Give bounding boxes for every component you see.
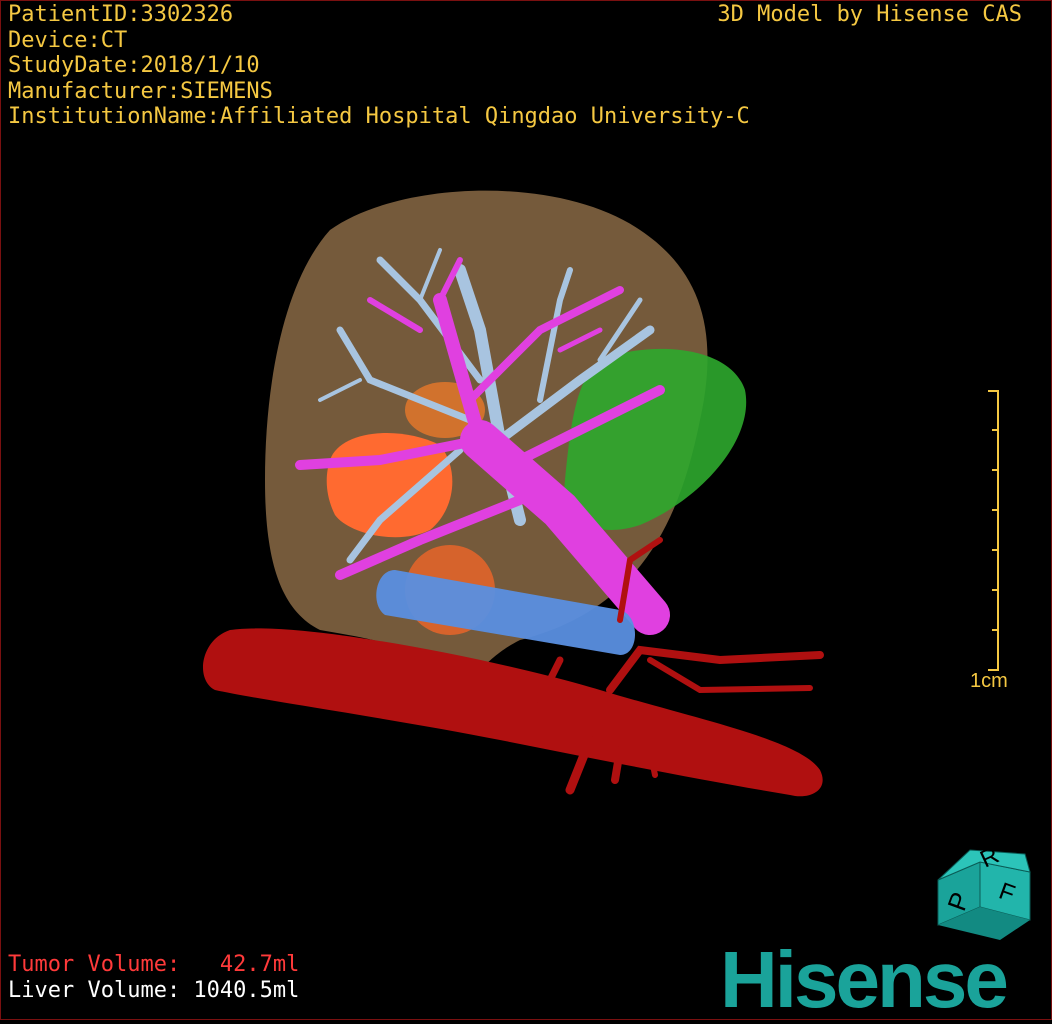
manufacturer-text: Manufacturer:SIEMENS: [8, 78, 273, 104]
scale-label: 1cm: [970, 670, 1008, 692]
volume-panel: Tumor Volume: 42.7ml Liver Volume: 1040.5…: [8, 952, 299, 1004]
tumor-volume-text: Tumor Volume: 42.7ml: [8, 952, 300, 977]
study-date-text: StudyDate:2018/1/10: [8, 53, 260, 78]
liver-volume-text: Liver Volume: 1040.5ml: [8, 978, 300, 1003]
institution-name-text: InstitutionName:Affiliated Hospital Qing…: [8, 104, 750, 129]
hisense-logo: Hisense: [720, 935, 1009, 1024]
model-credit-text: 3D Model by Hisense CAS: [717, 2, 1022, 27]
patient-id-text: PatientID:3302326: [8, 2, 234, 27]
patient-info-panel: PatientID:3302326 Device:CT StudyDate:2018…: [8, 2, 750, 130]
scale-bar: [988, 390, 999, 671]
orientation-cube[interactable]: R P F: [930, 842, 1040, 942]
device-text: Device:CT: [8, 27, 128, 53]
3d-model-viewport[interactable]: [0, 0, 1052, 1020]
